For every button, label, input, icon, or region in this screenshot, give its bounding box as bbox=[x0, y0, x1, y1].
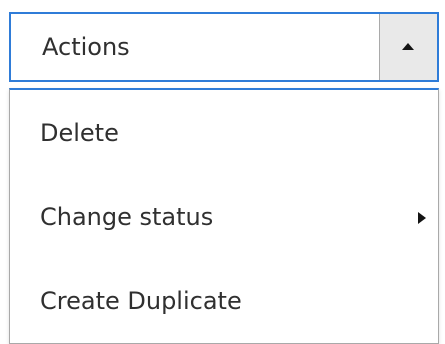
menu-item-label: Delete bbox=[40, 119, 119, 147]
dropdown-toggle-button[interactable] bbox=[379, 14, 437, 80]
actions-menu: Delete Change status Create Duplicate bbox=[9, 88, 439, 344]
menu-item-create-duplicate[interactable]: Create Duplicate bbox=[10, 266, 438, 336]
actions-dropdown: Actions Delete Change status Create Dupl… bbox=[9, 12, 439, 344]
caret-up-icon bbox=[402, 43, 414, 50]
menu-item-delete[interactable]: Delete bbox=[10, 98, 438, 168]
menu-item-label: Create Duplicate bbox=[40, 287, 242, 315]
menu-item-label: Change status bbox=[40, 203, 214, 231]
caret-right-icon bbox=[418, 212, 426, 224]
menu-item-change-status[interactable]: Change status bbox=[10, 182, 438, 252]
actions-dropdown-trigger[interactable]: Actions bbox=[9, 12, 439, 82]
actions-label: Actions bbox=[42, 33, 130, 61]
